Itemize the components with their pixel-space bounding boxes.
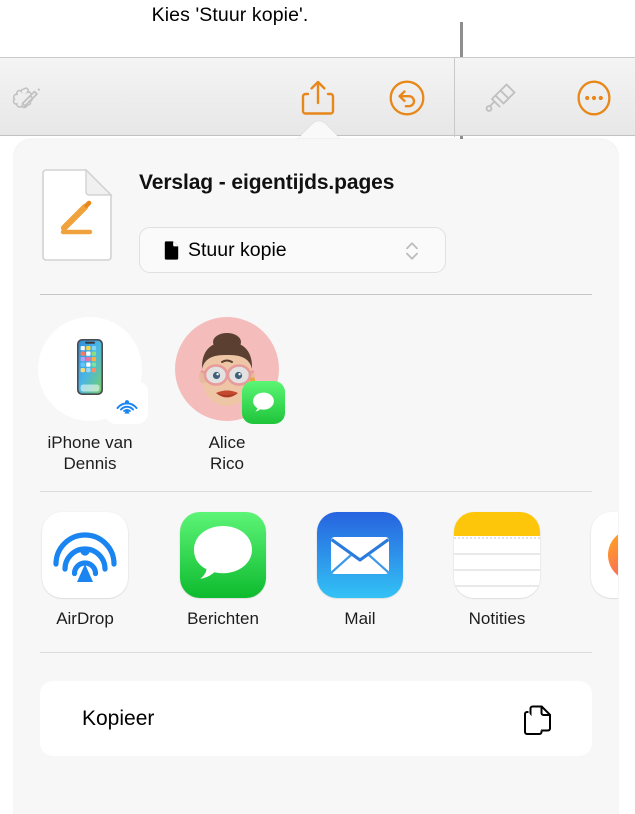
copy-action-row[interactable]: Kopieer <box>40 681 592 756</box>
app-freeform[interactable]: Fr <box>565 512 618 629</box>
copy-label: Kopieer <box>82 706 155 730</box>
send-copy-label: Stuur kopie <box>188 238 287 261</box>
apps-row: AirDrop Berichten Mail Notities <box>14 492 618 652</box>
notes-icon <box>454 512 540 598</box>
contact-name: Alice Rico <box>157 432 297 474</box>
airdrop-badge-icon <box>105 381 148 424</box>
format-brush-button[interactable] <box>470 58 532 137</box>
messages-glyph-icon <box>180 512 266 598</box>
airdrop-icon <box>42 512 128 598</box>
contact-name-line2: Rico <box>209 454 244 473</box>
send-copy-options-button[interactable]: Stuur kopie <box>139 227 446 273</box>
share-icon <box>301 80 335 115</box>
undo-icon <box>389 80 425 115</box>
contact-name-line1: iPhone van <box>47 433 133 452</box>
app-label: Notities <box>468 609 526 628</box>
notes-glyph-icon <box>454 512 540 598</box>
app-notities[interactable]: Notities <box>428 512 566 629</box>
contact-name-line1: Alice <box>208 433 246 452</box>
share-sheet-header: Verslag - eigentijds.pages Stuur kopie <box>14 139 618 294</box>
app-label: Berichten <box>187 609 259 628</box>
smart-annotation-button[interactable] <box>0 58 57 137</box>
avatar <box>175 317 285 424</box>
screen: Kies 'Stuur kopie'. Verslag - eigentijds… <box>0 0 635 814</box>
up-down-chevron-icon <box>406 242 418 260</box>
more-icon <box>577 80 611 115</box>
app-label: Fr <box>565 609 618 629</box>
smart-annotation-icon <box>12 87 40 108</box>
app-airdrop[interactable]: AirDrop <box>16 512 154 629</box>
mail-icon <box>317 512 403 598</box>
callout-text: Kies 'Stuur kopie'. <box>151 4 309 26</box>
app-berichten[interactable]: Berichten <box>154 512 292 629</box>
actions-list: Kopieer <box>14 653 618 813</box>
airdrop-glyph-icon <box>116 399 137 414</box>
toolbar-divider <box>454 58 455 137</box>
format-brush-icon <box>485 83 516 112</box>
document-title: Verslag - eigentijds.pages <box>139 171 395 194</box>
app-label: Mail <box>344 609 376 628</box>
avatar <box>38 317 148 424</box>
undo-button[interactable] <box>376 58 438 137</box>
document-icon <box>164 240 179 260</box>
copy-documents-icon <box>524 705 551 735</box>
freeform-icon <box>591 512 618 598</box>
contact-alice-rico[interactable]: Alice Rico <box>157 317 297 474</box>
share-sheet-popover: Verslag - eigentijds.pages Stuur kopie i… <box>14 139 618 814</box>
contact-name-line2: Dennis <box>63 454 117 473</box>
more-button[interactable] <box>563 58 625 137</box>
messages-bubble-icon <box>253 392 274 412</box>
airdrop-glyph-icon <box>53 532 117 582</box>
contact-iphone-van-dennis[interactable]: iPhone van Dennis <box>20 317 160 474</box>
messages-icon <box>180 512 266 598</box>
contact-name: iPhone van Dennis <box>20 432 160 474</box>
messages-badge-icon <box>242 381 285 424</box>
pages-document-icon <box>42 169 113 261</box>
mail-glyph-icon <box>317 512 403 598</box>
app-label: AirDrop <box>56 609 114 628</box>
popover-arrow <box>291 117 347 139</box>
freeform-glyph-icon <box>608 534 618 576</box>
contacts-row: iPhone van Dennis Alice Rico <box>14 295 618 491</box>
app-mail[interactable]: Mail <box>291 512 429 629</box>
